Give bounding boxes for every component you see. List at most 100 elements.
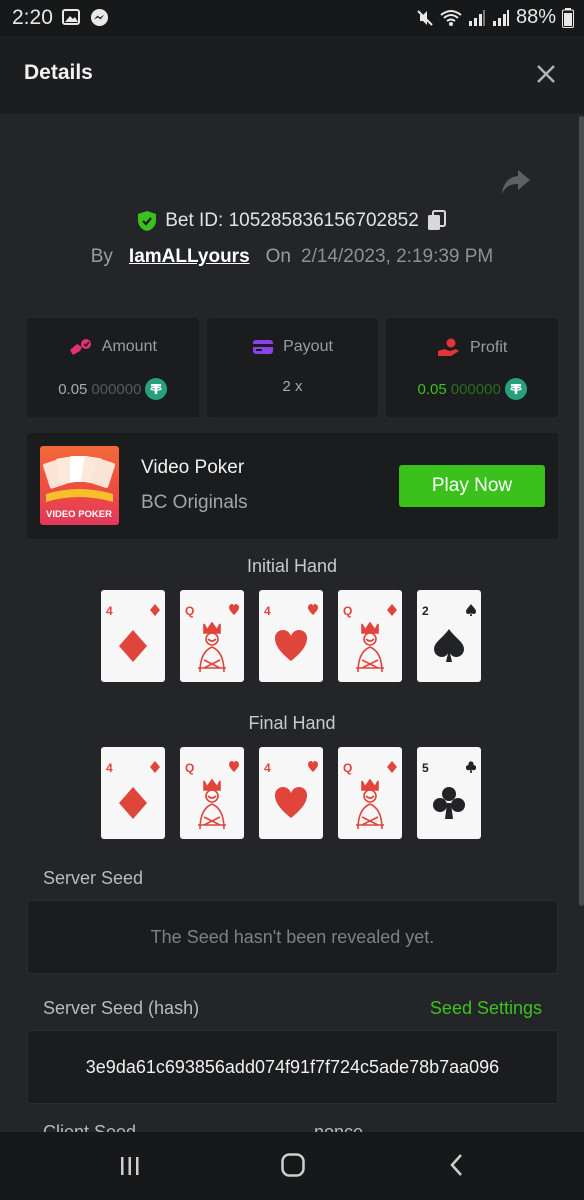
queen-figure-icon <box>356 621 384 673</box>
thumb-title: VIDEO POKER <box>46 509 112 520</box>
playing-card: Q <box>180 590 244 682</box>
close-icon[interactable] <box>534 62 558 86</box>
heart-suit-icon <box>229 761 239 772</box>
card-rank: 2 <box>422 604 429 618</box>
video-poker-thumbnail[interactable]: VIDEO POKER <box>40 446 119 525</box>
playing-card: 2 <box>417 590 481 682</box>
battery-icon <box>562 7 574 28</box>
payout-value: 2 x <box>282 378 303 395</box>
card-rank: 4 <box>106 604 113 618</box>
server-seed-value: The Seed hasn't been revealed yet. <box>150 927 435 947</box>
amount-value-decimals: 000000 <box>91 380 142 398</box>
wifi-icon <box>440 9 462 26</box>
usdt-icon <box>145 378 168 400</box>
heart-suit-icon <box>308 604 318 615</box>
playing-card: Q <box>338 747 402 839</box>
share-icon[interactable] <box>500 168 532 196</box>
game-card: VIDEO POKER Video Poker BC Originals Pla… <box>27 433 558 539</box>
on-label: On <box>265 246 291 267</box>
by-label: By <box>90 246 113 267</box>
gallery-icon <box>62 9 80 25</box>
status-time: 2:20 <box>12 6 53 29</box>
card-rank: Q <box>185 604 195 618</box>
card-rank: 4 <box>106 761 113 775</box>
usdt-icon <box>504 378 527 400</box>
play-now-button[interactable]: Play Now <box>399 465 545 507</box>
server-hash-field[interactable]: 3e9da61c693856add074f91f7f724c5ade78b7aa… <box>27 1030 558 1104</box>
playing-card: 5 <box>417 747 481 839</box>
diamond-suit-icon <box>150 761 160 773</box>
bet-id: Bet ID: 105285836156702852 <box>165 210 419 231</box>
verified-shield-icon <box>138 211 157 231</box>
home-icon[interactable] <box>280 1152 306 1178</box>
stat-profit: Profit 0.05 000000 <box>386 318 559 417</box>
playing-card: 4 <box>101 747 165 839</box>
final-hand: 4 Q 4 Q 5 <box>101 747 481 839</box>
spade-suit-icon <box>466 604 476 616</box>
mute-icon <box>417 9 433 26</box>
diamond-suit-icon <box>387 604 397 616</box>
recent-apps-icon[interactable] <box>118 1154 142 1178</box>
back-icon[interactable] <box>446 1152 468 1178</box>
spade-pip-icon <box>434 629 464 662</box>
server-hash-label: Server Seed (hash) <box>43 998 200 1018</box>
card-rank: Q <box>185 761 195 775</box>
amount-value: 0.05 <box>58 380 88 398</box>
profit-hand-icon <box>438 338 459 356</box>
stat-payout: Payout 2 x <box>206 318 379 417</box>
card-rank: Q <box>343 761 353 775</box>
game-provider: BC Originals <box>141 492 248 513</box>
card-rank: 4 <box>264 604 271 618</box>
seed-settings-link[interactable]: Seed Settings <box>430 998 542 1019</box>
card-rank: 5 <box>422 761 429 775</box>
game-name: Video Poker <box>141 457 245 478</box>
profit-value: 0.05 <box>417 380 447 398</box>
queen-figure-icon <box>356 778 384 830</box>
payout-card-icon <box>253 340 274 354</box>
diamond-suit-icon <box>387 761 397 773</box>
bet-id-row: Bet ID: 105285836156702852 <box>0 210 584 232</box>
server-seed-field: The Seed hasn't been revealed yet. <box>27 900 558 974</box>
queen-figure-icon <box>198 778 226 830</box>
initial-hand: 4 Q 4 Q 2 <box>101 590 481 682</box>
card-rank: 4 <box>264 761 271 775</box>
server-seed-label: Server Seed <box>43 868 144 888</box>
signal-icon-2 <box>492 9 509 26</box>
page-title: Details <box>24 61 93 84</box>
profit-label: Profit <box>470 339 508 356</box>
queen-figure-icon <box>198 621 226 673</box>
club-suit-icon <box>466 761 476 773</box>
playing-card: 4 <box>259 747 323 839</box>
diamond-suit-icon <box>150 604 160 616</box>
stat-amount: Amount 0.05 000000 <box>27 318 199 417</box>
card-rank: Q <box>343 604 353 618</box>
club-pip-icon <box>433 787 465 819</box>
status-bar: 2:20 88% <box>0 0 584 36</box>
heart-pip-icon <box>275 630 307 661</box>
bet-stats: Amount 0.05 000000 Payout 2 x Profit 0.05… <box>27 318 559 417</box>
profit-value-decimals: 000000 <box>450 380 501 398</box>
android-nav-bar <box>0 1132 584 1200</box>
playing-card: Q <box>338 590 402 682</box>
signal-icon <box>468 9 485 26</box>
details-header: Details <box>0 36 584 114</box>
playing-card: Q <box>180 747 244 839</box>
playing-card: 4 <box>101 590 165 682</box>
username-link[interactable]: IamALLyours <box>129 246 250 268</box>
battery-text: 88% <box>515 6 556 28</box>
heart-suit-icon <box>308 761 318 772</box>
server-hash-value: 3e9da61c693856add074f91f7f724c5ade78b7aa… <box>85 1057 500 1077</box>
copy-icon[interactable] <box>427 210 447 232</box>
scrollbar[interactable] <box>579 116 584 906</box>
playing-card: 4 <box>259 590 323 682</box>
heart-pip-icon <box>275 787 307 818</box>
bet-author-row: By IamALLyours On 2/14/2023, 2:19:39 PM <box>0 246 584 268</box>
diamond-pip-icon <box>119 787 147 819</box>
heart-suit-icon <box>229 604 239 615</box>
initial-hand-title: Initial Hand <box>246 556 338 576</box>
amount-icon <box>69 339 91 355</box>
payout-label: Payout <box>283 338 333 355</box>
bet-date: 2/14/2023, 2:19:39 PM <box>301 246 494 267</box>
messenger-icon <box>90 8 109 27</box>
diamond-pip-icon <box>119 630 147 662</box>
